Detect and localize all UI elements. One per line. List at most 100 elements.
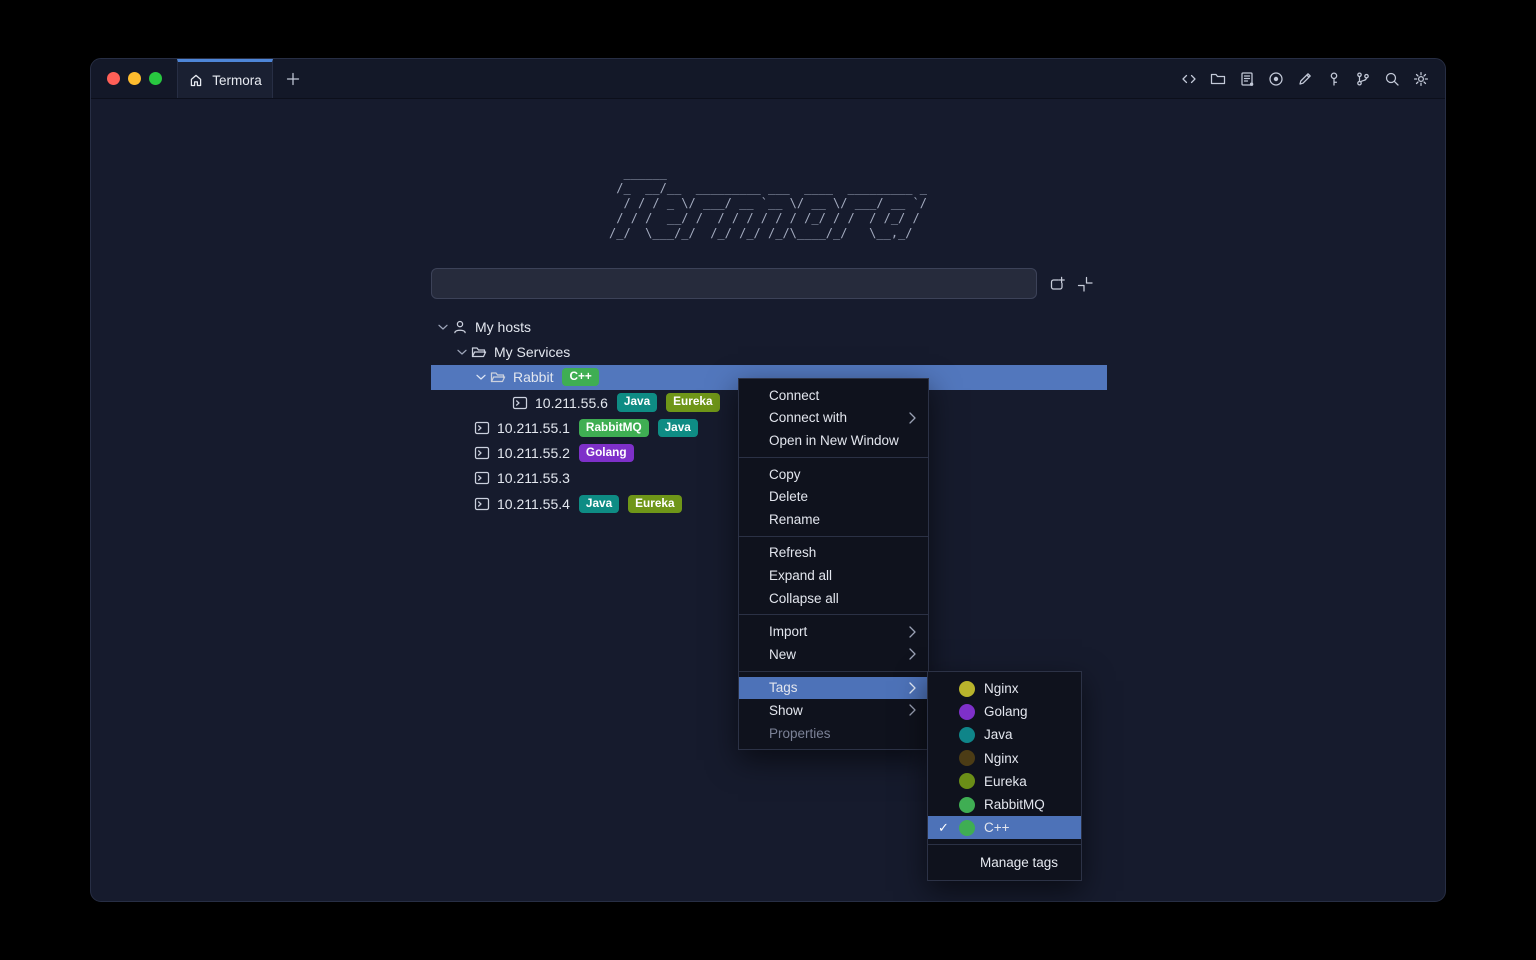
tab-termora[interactable]: Termora <box>177 59 273 98</box>
menu-item-label: Expand all <box>769 568 916 583</box>
tab-title: Termora <box>212 73 262 88</box>
menu-item-connect[interactable]: Connect <box>739 384 928 407</box>
key-icon[interactable] <box>1326 71 1342 87</box>
check-icon: ✓ <box>938 820 959 836</box>
menu-item-new[interactable]: New <box>739 643 928 666</box>
menu-item-tags[interactable]: Tags <box>739 677 928 700</box>
menu-item-label: Open in New Window <box>769 433 916 448</box>
tag-color-dot <box>959 704 975 720</box>
chevron-down-icon[interactable] <box>473 369 490 385</box>
tag-badge: Eureka <box>666 393 719 411</box>
menu-item-expand-all[interactable]: Expand all <box>739 564 928 587</box>
branch-icon[interactable] <box>1355 71 1371 87</box>
titlebar-toolbar <box>1181 59 1445 98</box>
menu-item-import[interactable]: Import <box>739 620 928 643</box>
context-menu: Connect Connect with Open in New Window Cop… <box>738 378 929 750</box>
tree-item-label: Rabbit <box>513 369 553 385</box>
menu-item-label: Show <box>769 703 909 718</box>
menu-item-label: Copy <box>769 467 916 482</box>
edit-icon[interactable] <box>1297 71 1313 87</box>
tag-option-label: Nginx <box>984 751 1019 766</box>
code-icon[interactable] <box>1181 71 1197 87</box>
menu-item-label: New <box>769 647 909 662</box>
menu-item-label: Refresh <box>769 545 916 560</box>
tag-badge: RabbitMQ <box>579 419 649 437</box>
settings-icon[interactable] <box>1413 71 1429 87</box>
plus-icon <box>285 71 301 87</box>
minimize-button[interactable] <box>128 72 141 85</box>
collapse-all-icon[interactable] <box>1077 276 1093 292</box>
tag-option-rabbitmq[interactable]: RabbitMQ <box>928 793 1081 816</box>
tag-option-label: Eureka <box>984 774 1027 789</box>
tree-item-label: My hosts <box>475 319 531 335</box>
folder-open-icon <box>490 369 506 385</box>
tag-color-dot <box>959 750 975 766</box>
folder-icon[interactable] <box>1210 71 1226 87</box>
tag-badge: Java <box>579 495 619 513</box>
user-icon <box>452 319 468 335</box>
tag-option-golang[interactable]: Golang <box>928 700 1081 723</box>
tag-option-label: Golang <box>984 704 1028 719</box>
tree-item-label: 10.211.55.4 <box>497 496 570 512</box>
chevron-right-icon <box>909 412 916 424</box>
tag-option-eureka[interactable]: Eureka <box>928 770 1081 793</box>
tag-color-dot <box>959 797 975 813</box>
menu-item-show[interactable]: Show <box>739 699 928 722</box>
terminal-icon <box>512 395 528 411</box>
menu-item-refresh[interactable]: Refresh <box>739 542 928 565</box>
tag-option-label: Nginx <box>984 681 1019 696</box>
tag-option-c-[interactable]: ✓ C++ <box>928 816 1081 839</box>
folder-open-icon <box>471 344 487 360</box>
tree-row[interactable]: My Services <box>431 339 1107 364</box>
chevron-right-icon <box>909 648 916 660</box>
log-icon[interactable] <box>1239 71 1255 87</box>
tree-item-label: 10.211.55.1 <box>497 420 570 436</box>
tag-option-nginx[interactable]: Nginx <box>928 677 1081 700</box>
chevron-down-icon[interactable] <box>454 344 471 360</box>
menu-item-label: Properties <box>769 726 916 741</box>
new-tab-button[interactable] <box>273 59 313 98</box>
manage-tags-button[interactable]: Manage tags <box>928 850 1081 875</box>
terminal-icon <box>474 420 490 436</box>
chevron-right-icon <box>909 682 916 694</box>
menu-separator <box>739 457 928 458</box>
menu-separator <box>928 844 1081 845</box>
close-button[interactable] <box>107 72 120 85</box>
terminal-icon <box>474 445 490 461</box>
chevron-right-icon <box>909 704 916 716</box>
menu-item-label: Delete <box>769 489 916 504</box>
add-host-icon[interactable] <box>1049 276 1065 292</box>
menu-item-rename[interactable]: Rename <box>739 508 928 531</box>
record-icon[interactable] <box>1268 71 1284 87</box>
tag-option-label: Java <box>984 727 1013 742</box>
tag-color-dot <box>959 727 975 743</box>
zoom-button[interactable] <box>149 72 162 85</box>
menu-item-open-in-new-window[interactable]: Open in New Window <box>739 429 928 452</box>
tag-badge: Golang <box>579 444 634 462</box>
tag-option-label: C++ <box>984 820 1010 835</box>
tag-option-java[interactable]: Java <box>928 723 1081 746</box>
menu-item-label: Connect with <box>769 410 909 425</box>
traffic-lights <box>91 59 177 98</box>
ascii-logo: ______ /_ __/__ _________ ___ ____ _____… <box>609 166 927 241</box>
chevron-down-icon[interactable] <box>435 319 452 335</box>
chevron-right-icon <box>909 626 916 638</box>
tree-row[interactable]: My hosts <box>431 314 1107 339</box>
menu-item-label: Import <box>769 624 909 639</box>
menu-item-label: Collapse all <box>769 591 916 606</box>
menu-separator <box>739 671 928 672</box>
tree-item-label: 10.211.55.3 <box>497 470 570 486</box>
search-input[interactable] <box>431 268 1037 299</box>
terminal-icon <box>474 470 490 486</box>
tree-item-label: 10.211.55.2 <box>497 445 570 461</box>
menu-item-connect-with[interactable]: Connect with <box>739 407 928 430</box>
menu-item-collapse-all[interactable]: Collapse all <box>739 587 928 610</box>
search-row <box>431 268 1107 299</box>
tag-color-dot <box>959 681 975 697</box>
menu-item-label: Rename <box>769 512 916 527</box>
menu-item-copy[interactable]: Copy <box>739 463 928 486</box>
menu-item-delete[interactable]: Delete <box>739 485 928 508</box>
tag-option-nginx[interactable]: Nginx <box>928 747 1081 770</box>
titlebar: Termora <box>91 59 1445 99</box>
search-icon[interactable] <box>1384 71 1400 87</box>
